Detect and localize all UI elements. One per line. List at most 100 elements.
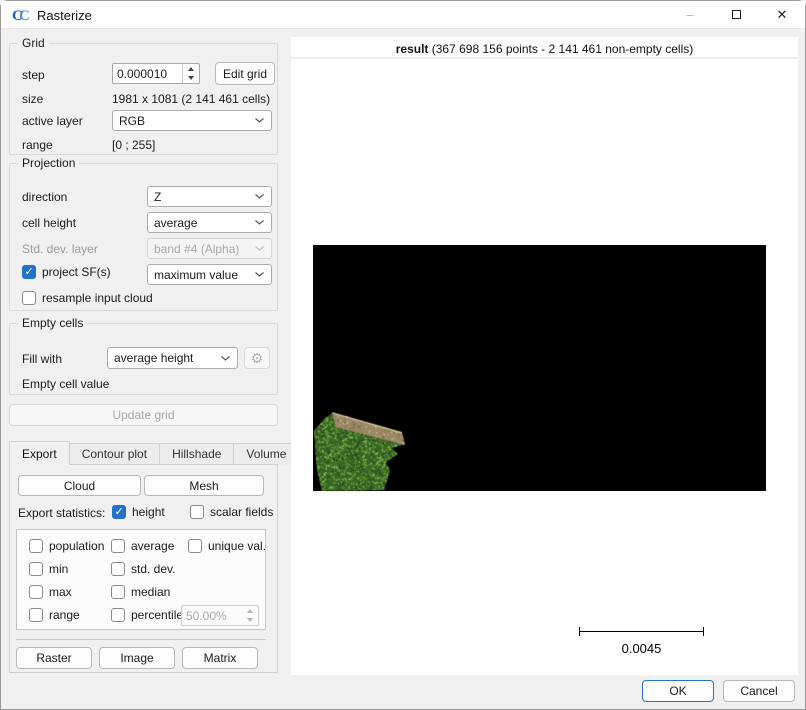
result-preview-panel: result (367 698 156 points - 2 141 461 n…	[291, 37, 798, 675]
chevron-down-icon	[220, 355, 231, 362]
edit-grid-button[interactable]: Edit grid	[215, 62, 275, 85]
scale-bar-value: 0.0045	[579, 641, 704, 656]
spin-up-icon[interactable]	[188, 67, 194, 71]
std-dev-layer-label: Std. dev. layer	[22, 242, 98, 256]
max-checkbox-row[interactable]: max	[29, 585, 72, 599]
export-cloud-button[interactable]: Cloud	[18, 475, 141, 496]
export-tabbar: Export Contour plot Hillshade Volume	[9, 442, 298, 465]
result-header: result (367 698 156 points - 2 141 461 n…	[291, 42, 798, 56]
export-mesh-button[interactable]: Mesh	[144, 475, 264, 496]
separator-line	[16, 639, 266, 640]
ok-button[interactable]: OK	[642, 680, 714, 702]
direction-label: direction	[22, 190, 67, 204]
project-sf-checkbox[interactable]	[22, 265, 36, 279]
average-checkbox[interactable]	[111, 539, 125, 553]
active-layer-combobox[interactable]: RGB	[112, 110, 272, 131]
preview-divider	[291, 57, 798, 59]
cell-height-label: cell height	[22, 216, 76, 230]
gear-icon: ⚙	[251, 350, 264, 367]
scalar-fields-checkbox-row[interactable]: scalar fields	[190, 505, 273, 519]
export-tab-panel: Cloud Mesh Export statistics: height sca…	[9, 464, 278, 673]
close-button[interactable]: ✕	[759, 1, 805, 29]
tab-export[interactable]: Export	[9, 441, 70, 465]
std-dev-checkbox-row[interactable]: std. dev.	[111, 562, 175, 576]
tab-contour-plot[interactable]: Contour plot	[69, 443, 160, 465]
range-value: [0 ; 255]	[112, 138, 155, 152]
spin-down-icon[interactable]	[247, 618, 253, 622]
chevron-down-icon	[254, 245, 265, 252]
chevron-down-icon	[254, 219, 265, 226]
title-bar[interactable]: C C Rasterize – ✕	[1, 1, 805, 29]
percentile-spinbox[interactable]	[181, 605, 259, 626]
chevron-down-icon	[254, 117, 265, 124]
fill-settings-button[interactable]: ⚙	[244, 347, 270, 369]
maximize-button[interactable]	[713, 1, 759, 29]
unique-val-checkbox[interactable]	[188, 539, 202, 553]
update-grid-button[interactable]: Update grid	[9, 404, 278, 426]
std-dev-checkbox[interactable]	[111, 562, 125, 576]
max-checkbox[interactable]	[29, 585, 43, 599]
cancel-button[interactable]: Cancel	[723, 680, 795, 702]
height-checkbox[interactable]	[112, 505, 126, 519]
grid-group-title: Grid	[18, 36, 49, 50]
empty-cells-group-title: Empty cells	[18, 316, 87, 330]
fill-with-combobox[interactable]: average height	[107, 347, 238, 369]
min-checkbox-row[interactable]: min	[29, 562, 68, 576]
export-matrix-button[interactable]: Matrix	[182, 647, 258, 669]
resample-input-cloud-checkbox[interactable]	[22, 291, 36, 305]
cell-height-combobox[interactable]: average	[147, 212, 272, 233]
spin-down-icon[interactable]	[188, 76, 194, 80]
chevron-down-icon	[254, 271, 265, 278]
population-checkbox-row[interactable]: population	[29, 539, 104, 553]
project-sf-checkbox-row[interactable]: project SF(s)	[22, 265, 111, 279]
percentile-checkbox[interactable]	[111, 608, 125, 622]
tab-hillshade[interactable]: Hillshade	[159, 443, 234, 465]
minimize-button[interactable]: –	[667, 1, 713, 29]
window-title: Rasterize	[37, 8, 92, 23]
spin-up-icon[interactable]	[247, 609, 253, 613]
step-label: step	[22, 68, 45, 82]
rasterize-dialog: { "window": { "title": "Rasterize", "min…	[0, 0, 806, 710]
step-spin-arrows[interactable]	[182, 64, 199, 83]
grid-groupbox: Grid step Edit grid size 1981 x 1081 (2 …	[9, 43, 278, 155]
result-info: (367 698 156 points - 2 141 461 non-empt…	[432, 42, 694, 56]
maximize-icon	[732, 10, 741, 19]
export-raster-button[interactable]: Raster	[16, 647, 92, 669]
empty-cells-groupbox: Empty cells Fill with average height ⚙ E…	[9, 323, 278, 395]
sf-projection-combobox[interactable]: maximum value	[147, 264, 272, 285]
percentile-checkbox-row[interactable]: percentile	[111, 608, 183, 622]
export-image-button[interactable]: Image	[99, 647, 175, 669]
projection-group-title: Projection	[18, 156, 79, 170]
min-checkbox[interactable]	[29, 562, 43, 576]
size-value: 1981 x 1081 (2 141 461 cells)	[112, 92, 270, 106]
projection-groupbox: Projection direction Z cell height avera…	[9, 163, 278, 311]
range-checkbox[interactable]	[29, 608, 43, 622]
export-statistics-label: Export statistics:	[18, 506, 105, 520]
unique-val-checkbox-row[interactable]: unique val.	[188, 539, 266, 553]
tab-volume[interactable]: Volume	[233, 443, 299, 465]
statistics-frame: population average unique val. min std. …	[16, 529, 266, 630]
range-label: range	[22, 138, 53, 152]
empty-cell-value-label: Empty cell value	[22, 377, 109, 391]
svg-text:C: C	[19, 8, 30, 24]
chevron-down-icon	[254, 193, 265, 200]
result-title: result	[396, 42, 429, 56]
std-dev-layer-combobox[interactable]: band #4 (Alpha)	[147, 238, 272, 259]
range-checkbox-row[interactable]: range	[29, 608, 80, 622]
average-checkbox-row[interactable]: average	[111, 539, 174, 553]
active-layer-label: active layer	[22, 114, 83, 128]
fill-with-label: Fill with	[22, 352, 62, 366]
direction-combobox[interactable]: Z	[147, 186, 272, 207]
median-checkbox[interactable]	[111, 585, 125, 599]
population-checkbox[interactable]	[29, 539, 43, 553]
median-checkbox-row[interactable]: median	[111, 585, 170, 599]
percentile-input[interactable]	[182, 606, 241, 625]
percentile-spin-arrows[interactable]	[241, 606, 258, 625]
point-cloud-preview	[309, 405, 409, 497]
step-spinbox[interactable]	[112, 63, 200, 84]
step-input[interactable]	[113, 64, 182, 83]
resample-checkbox-row[interactable]: resample input cloud	[22, 291, 153, 305]
scalar-fields-checkbox[interactable]	[190, 505, 204, 519]
size-label: size	[22, 92, 43, 106]
height-checkbox-row[interactable]: height	[112, 505, 165, 519]
